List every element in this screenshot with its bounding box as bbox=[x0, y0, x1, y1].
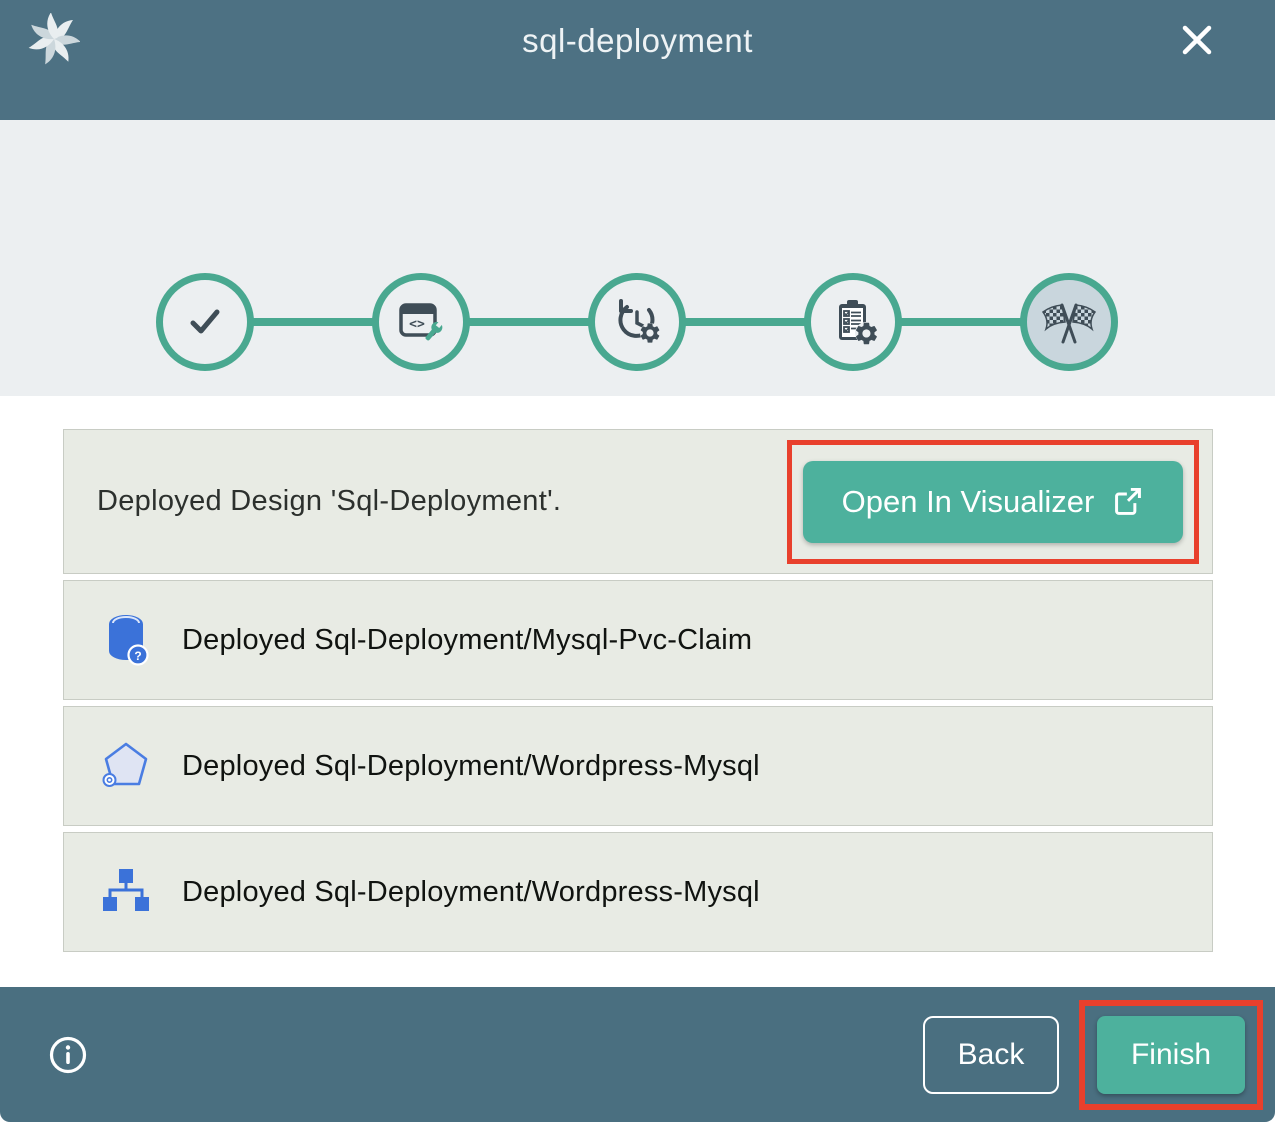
step-finish[interactable]: Finsh bbox=[961, 120, 1177, 396]
step-circle: <> bbox=[372, 273, 470, 371]
deployed-row-pvc-claim: ? Deployed Sql-Deployment/Mysql-Pvc-Clai… bbox=[63, 580, 1213, 700]
checkered-flags-icon bbox=[1039, 292, 1099, 352]
history-gear-icon bbox=[610, 295, 664, 349]
step-circle bbox=[156, 273, 254, 371]
pentagon-icon bbox=[100, 739, 152, 793]
step-circle bbox=[588, 273, 686, 371]
finish-button[interactable]: Finish bbox=[1097, 1016, 1245, 1094]
database-icon: ? bbox=[100, 613, 152, 667]
deployed-row-text: Deployed Sql-Deployment/Wordpress-Mysql bbox=[182, 750, 760, 783]
svg-text:?: ? bbox=[134, 649, 141, 663]
deployed-row-text: Deployed Sql-Deployment/Mysql-Pvc-Claim bbox=[182, 624, 752, 657]
step-finalize-deployment[interactable]: Finalize Deployment bbox=[745, 120, 961, 396]
back-button[interactable]: Back bbox=[923, 1016, 1059, 1094]
results-panel: Deployed Design 'Sql-Deployment'. Open I… bbox=[0, 396, 1275, 998]
annotation-highlight-visualizer: Open In Visualizer bbox=[787, 440, 1199, 564]
clipboard-gear-icon bbox=[826, 295, 880, 349]
svg-text:<>: <> bbox=[409, 317, 425, 332]
open-in-visualizer-button[interactable]: Open In Visualizer bbox=[803, 461, 1183, 543]
open-in-visualizer-label: Open In Visualizer bbox=[842, 484, 1095, 520]
step-dry-run[interactable]: Dry Run bbox=[529, 120, 745, 396]
wizard-stepper: Validate Design <> Identify Environments bbox=[0, 120, 1275, 396]
code-window-wrench-icon: <> bbox=[395, 296, 447, 348]
dialog-title: sql-deployment bbox=[522, 22, 753, 60]
step-validate-design[interactable]: Validate Design bbox=[97, 120, 313, 396]
checkmark-icon bbox=[179, 296, 231, 348]
deployed-row-wordpress-mysql-app: Deployed Sql-Deployment/Wordpress-Mysql bbox=[63, 706, 1213, 826]
deployed-design-text: Deployed Design 'Sql-Deployment'. bbox=[97, 485, 561, 518]
deployed-row-wordpress-mysql-workload: Deployed Sql-Deployment/Wordpress-Mysql bbox=[63, 832, 1213, 952]
step-circle bbox=[804, 273, 902, 371]
deployed-design-row: Deployed Design 'Sql-Deployment'. Open I… bbox=[63, 429, 1213, 574]
annotation-highlight-finish: Finish bbox=[1079, 1000, 1263, 1110]
external-link-icon bbox=[1112, 486, 1144, 518]
pinwheel-logo-icon bbox=[28, 13, 80, 65]
info-icon[interactable] bbox=[48, 1035, 88, 1075]
hierarchy-icon bbox=[100, 865, 152, 919]
dialog-footer: Back Finish bbox=[0, 987, 1275, 1122]
dialog-header: sql-deployment bbox=[0, 0, 1275, 120]
step-circle-active bbox=[1020, 273, 1118, 371]
step-identify-environments[interactable]: <> Identify Environments bbox=[313, 120, 529, 396]
close-icon[interactable] bbox=[1177, 20, 1217, 60]
deployed-row-text: Deployed Sql-Deployment/Wordpress-Mysql bbox=[182, 876, 760, 909]
